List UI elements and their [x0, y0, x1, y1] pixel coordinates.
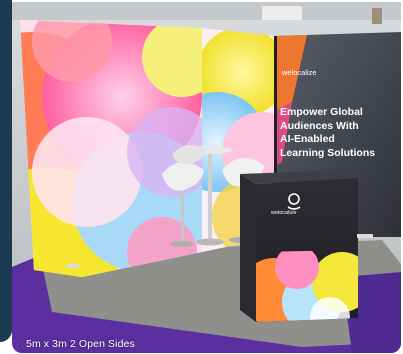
booth-scene — [12, 2, 401, 353]
reception-counter — [240, 170, 358, 322]
frame-accent-bar — [0, 0, 12, 342]
brand-logo-top: welocalize — [282, 68, 317, 77]
brand-logo-counter: welocalize — [271, 210, 297, 216]
booth-headline: Empower Global Audiences With AI-Enabled… — [280, 106, 400, 160]
photo-caption: 5m x 3m 2 Open Sides — [26, 338, 135, 350]
headline-line-2: Audiences With — [280, 119, 359, 132]
booth-photo — [12, 2, 401, 353]
headline-line-1: Empower Global — [280, 106, 363, 118]
photo-frame: welocalize Empower Global Audiences With… — [0, 0, 403, 354]
headline-line-4: Learning Solutions — [280, 146, 376, 159]
headline-line-3: AI-Enabled — [280, 133, 335, 146]
